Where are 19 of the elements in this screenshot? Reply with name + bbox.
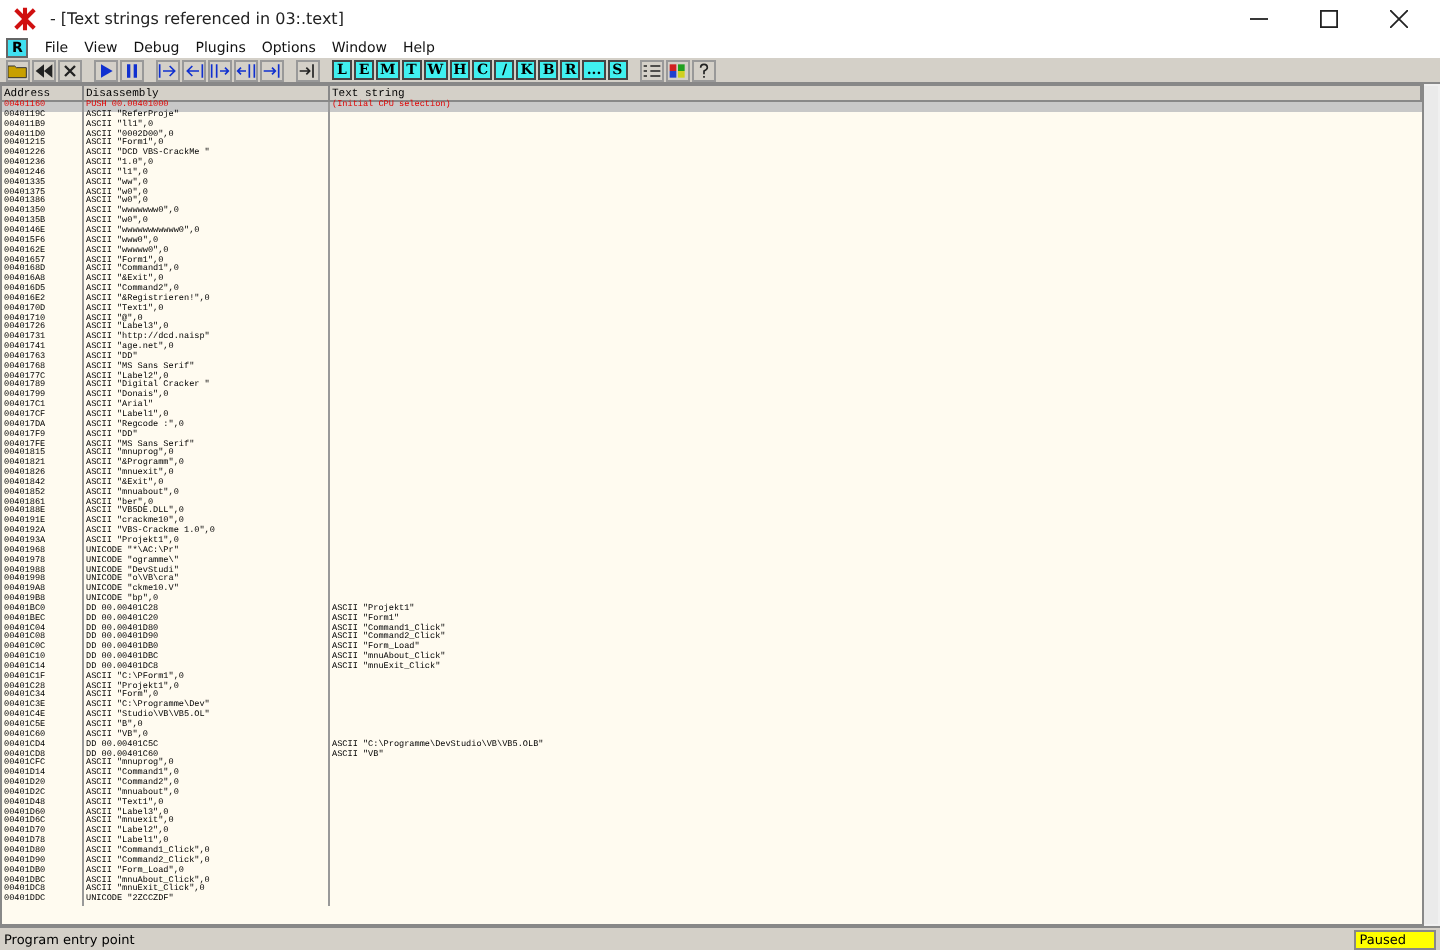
vertical-scrollbar[interactable] [1424, 86, 1438, 924]
execute-till-return-icon[interactable] [260, 59, 284, 81]
pause-icon[interactable] [120, 59, 144, 81]
rewind-icon[interactable] [32, 59, 56, 81]
trace-into-icon[interactable] [208, 59, 232, 81]
app-logo-icon [12, 5, 38, 31]
go-to-icon[interactable] [296, 59, 320, 81]
maximize-icon[interactable] [1320, 9, 1338, 27]
close-icon[interactable] [1390, 9, 1408, 27]
color-grid-icon[interactable] [665, 59, 690, 81]
play-icon[interactable] [94, 59, 118, 81]
help-icon[interactable] [691, 59, 716, 81]
window-title: - [Text strings referenced in 03:.text] [50, 9, 344, 27]
list-icon[interactable] [639, 59, 664, 81]
trace-over-icon[interactable] [234, 59, 258, 81]
step-over-icon[interactable] [182, 59, 206, 81]
close-icon[interactable] [58, 59, 82, 81]
open-folder-icon[interactable] [6, 59, 30, 81]
step-into-icon[interactable] [156, 59, 180, 81]
